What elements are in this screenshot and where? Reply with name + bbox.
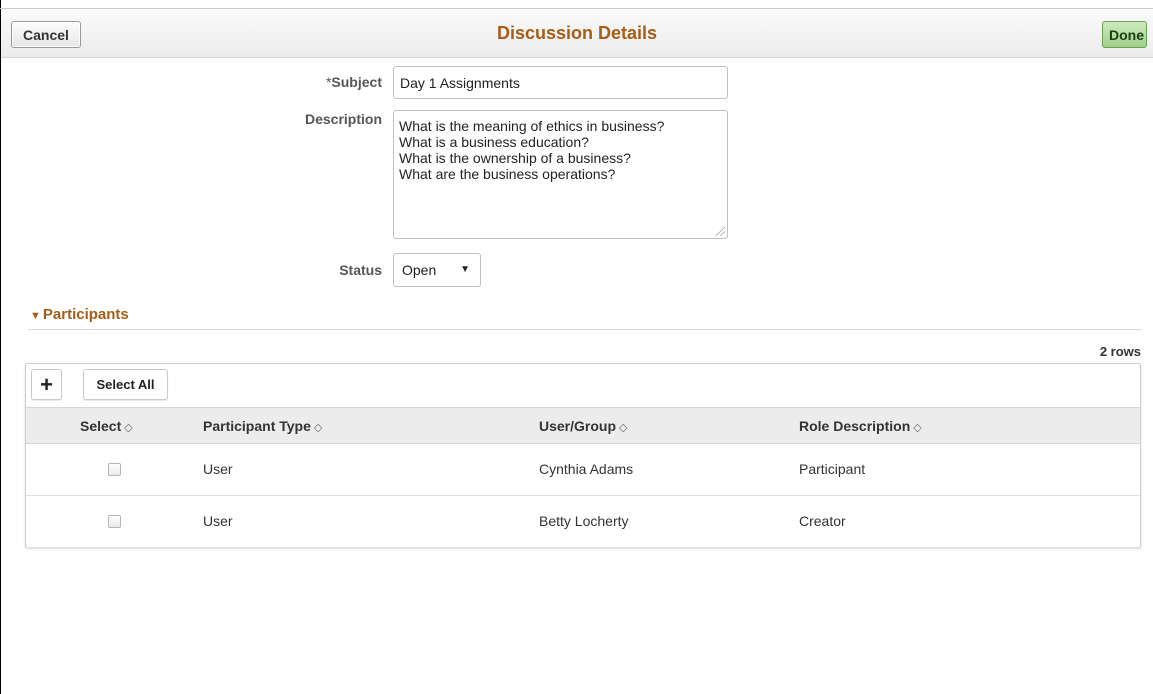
- column-header-user-group[interactable]: User/Group ◇: [539, 418, 627, 434]
- subject-input[interactable]: [393, 66, 728, 99]
- role-description-cell: Participant: [799, 461, 866, 477]
- window-left-border: [0, 0, 1, 694]
- column-header-role-description[interactable]: Role Description ◇: [799, 418, 922, 434]
- page-title: Discussion Details: [496, 23, 658, 43]
- column-header-participant-type[interactable]: Participant Type ◇: [203, 418, 322, 434]
- collapse-triangle-icon: ▼: [30, 310, 41, 322]
- subject-label: *Subject: [325, 74, 382, 90]
- grid-header-row: Select ◇ Participant Type ◇ User/Group ◇ Ro…: [26, 407, 1140, 444]
- status-select[interactable]: Open ▼: [393, 253, 481, 287]
- dropdown-arrow-icon: ▼: [460, 264, 470, 275]
- select-all-button[interactable]: Select All: [83, 369, 168, 400]
- description-label: Description: [304, 111, 382, 127]
- plus-icon: +: [40, 371, 53, 397]
- user-group-cell: Betty Locherty: [539, 513, 629, 529]
- add-row-button[interactable]: +: [31, 369, 62, 400]
- column-header-select[interactable]: Select ◇: [80, 418, 133, 434]
- table-row: User Betty Locherty Creator: [26, 496, 1140, 548]
- description-textarea[interactable]: What is the meaning of ethics in busines…: [393, 110, 728, 239]
- participants-section-toggle[interactable]: ▼ Participants: [30, 306, 129, 323]
- page-header: Cancel Discussion Details Done: [1, 9, 1153, 58]
- row-select-checkbox[interactable]: [108, 515, 121, 528]
- sort-icon: ◇: [313, 422, 323, 434]
- section-divider: [28, 329, 1141, 330]
- sort-icon: ◇: [619, 422, 628, 434]
- grid-toolbar: + Select All: [26, 364, 1140, 407]
- table-row: User Cynthia Adams Participant: [26, 444, 1140, 496]
- status-label: Status: [339, 262, 382, 278]
- resize-grip-icon[interactable]: [716, 227, 725, 236]
- done-button[interactable]: Done: [1102, 21, 1147, 48]
- user-group-cell: Cynthia Adams: [539, 461, 634, 477]
- status-value: Open: [402, 262, 437, 278]
- role-description-cell: Creator: [799, 513, 846, 529]
- participants-grid: + Select All Select ◇ Participant Type ◇ U…: [25, 363, 1141, 548]
- participant-type-cell: User: [203, 461, 233, 477]
- participant-type-cell: User: [203, 513, 233, 529]
- sort-icon: ◇: [913, 422, 922, 434]
- row-count: 2 rows: [1099, 344, 1141, 359]
- sort-icon: ◇: [124, 422, 133, 434]
- row-select-checkbox[interactable]: [108, 463, 121, 476]
